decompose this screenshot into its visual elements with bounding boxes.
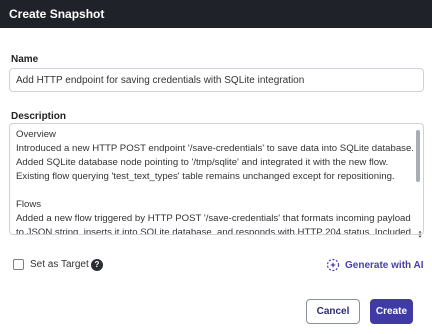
- generate-with-ai-label: Generate with AI: [345, 259, 424, 271]
- dialog-title: Create Snapshot: [0, 0, 432, 28]
- sparkle-icon: [326, 258, 340, 272]
- set-as-target-label[interactable]: Set as Target: [30, 259, 89, 270]
- description-label: Description: [11, 111, 67, 122]
- description-text: Overview Introduced a new HTTP POST endp…: [16, 129, 414, 235]
- description-textarea[interactable]: Overview Introduced a new HTTP POST endp…: [9, 123, 424, 235]
- create-button[interactable]: Create: [370, 299, 413, 324]
- description-scroll-thumb[interactable]: [416, 130, 420, 182]
- set-as-target-checkbox[interactable]: [13, 259, 24, 270]
- name-input[interactable]: [9, 68, 424, 92]
- cancel-button[interactable]: Cancel: [306, 299, 360, 324]
- generate-with-ai-button[interactable]: Generate with AI: [326, 258, 424, 272]
- name-label: Name: [11, 54, 39, 65]
- help-icon[interactable]: ?: [91, 259, 103, 271]
- resize-handle-icon[interactable]: ↕: [415, 227, 425, 241]
